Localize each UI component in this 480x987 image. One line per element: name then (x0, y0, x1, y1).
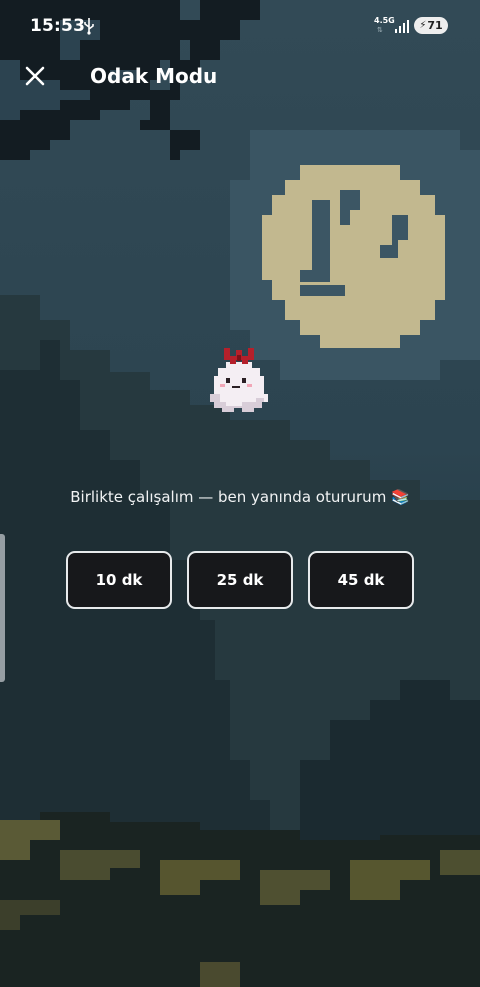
signal-icon (394, 18, 410, 34)
app-header: Odak Modu (0, 52, 480, 102)
status-bar: 15:53 4.5G ⇅ ⚡ 71 (0, 0, 480, 52)
usb-icon (84, 17, 94, 35)
network-type: 4.5G (374, 16, 395, 25)
battery-charging-icon: ⚡ (419, 20, 427, 31)
focus-message: Birlikte çalışalım — ben yanında otururu… (70, 488, 410, 506)
duration-options: 10 dk 25 dk 45 dk (66, 551, 414, 611)
duration-45-button[interactable]: 45 dk (308, 551, 414, 609)
duration-10-button[interactable]: 10 dk (66, 551, 172, 609)
close-icon[interactable] (22, 63, 48, 89)
battery-indicator: ⚡ 71 (414, 17, 448, 34)
battery-level: 71 (427, 19, 443, 32)
status-time: 15:53 (30, 16, 86, 36)
ghost-with-bow-icon (206, 344, 272, 416)
data-activity-icon: ⇅ (377, 26, 383, 34)
page-title: Odak Modu (90, 64, 218, 88)
edge-panel-handle[interactable] (0, 534, 5, 682)
duration-25-button[interactable]: 25 dk (187, 551, 293, 609)
